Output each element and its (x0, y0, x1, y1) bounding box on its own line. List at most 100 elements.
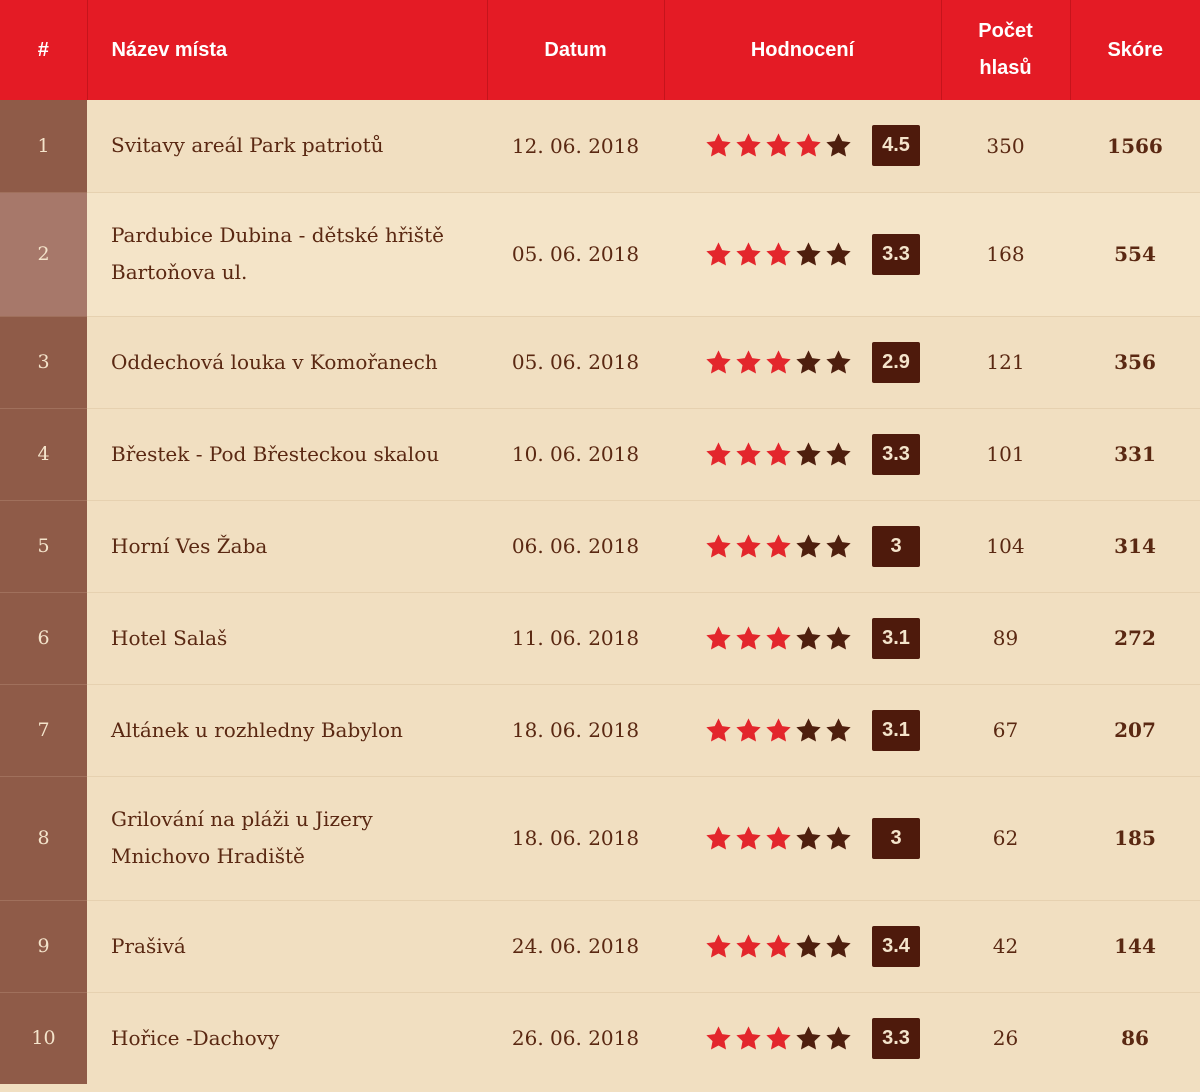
header-score[interactable]: Skóre (1069, 0, 1200, 100)
star-icon (736, 349, 761, 374)
star-icon (766, 533, 791, 558)
stars-rating (705, 625, 852, 652)
table-row[interactable]: 3 Oddechová louka v Komořanech 05. 06. 2… (0, 316, 1200, 409)
place-name[interactable]: Hotel Salaš (87, 592, 487, 685)
star-icon (736, 1026, 761, 1050)
table-row[interactable]: 1 Svitavy areál Park patriotů 12. 06. 20… (0, 100, 1200, 193)
votes-cell: 121 (941, 316, 1070, 409)
star-icon (706, 1026, 731, 1050)
score-cell: 207 (1070, 684, 1200, 777)
place-name[interactable]: Altánek u rozhledny Babylon (87, 684, 487, 777)
table-row[interactable]: 10 Hořice -Dachovy 26. 06. 2018 3.3 26 8… (0, 992, 1200, 1084)
star-icon (826, 825, 851, 850)
star-icon (766, 1026, 791, 1050)
place-name[interactable]: Pardubice Dubina - dětské hřiště Bartoňo… (87, 192, 487, 317)
score-cell: 272 (1070, 592, 1200, 685)
score-cell: 356 (1070, 316, 1200, 409)
table-row[interactable]: 9 Prašivá 24. 06. 2018 3.4 42 144 (0, 900, 1200, 993)
table-body: 1 Svitavy areál Park patriotů 12. 06. 20… (0, 100, 1200, 1084)
stars-rating (705, 825, 852, 852)
star-icon (706, 133, 731, 157)
rating-badge: 3.1 (872, 617, 920, 659)
score-cell: 1566 (1070, 100, 1200, 193)
table-row[interactable]: 6 Hotel Salaš 11. 06. 2018 3.1 89 272 (0, 592, 1200, 685)
star-icon (706, 717, 731, 742)
place-name[interactable]: Břestek - Pod Břesteckou skalou (87, 408, 487, 501)
header-votes-line1: Počet (978, 20, 1033, 42)
rating-cell: 3.3 (664, 408, 941, 501)
rating-cell: 2.9 (664, 316, 941, 409)
header-votes[interactable]: Počet hlasů (940, 0, 1070, 100)
star-icon (826, 625, 851, 650)
table-header: # Název místa Datum Hodnocení Počet hlas… (0, 0, 1200, 100)
date-cell: 05. 06. 2018 (487, 316, 664, 409)
star-icon (706, 241, 731, 266)
star-icon (706, 825, 731, 850)
star-icon (736, 625, 761, 650)
star-icon (826, 349, 851, 374)
rank-cell: 1 (0, 100, 87, 193)
place-name[interactable]: Hořice -Dachovy (87, 992, 487, 1084)
rating-cell: 3.3 (664, 992, 941, 1084)
rating-badge: 3 (872, 525, 920, 567)
rating-badge: 3.4 (872, 925, 920, 967)
rating-table: # Název místa Datum Hodnocení Počet hlas… (0, 0, 1200, 1084)
date-cell: 10. 06. 2018 (487, 408, 664, 501)
header-date[interactable]: Datum (486, 0, 664, 100)
date-cell: 05. 06. 2018 (487, 192, 664, 317)
votes-cell: 104 (941, 500, 1070, 593)
star-icon (796, 1026, 821, 1050)
star-icon (826, 933, 851, 958)
stars-rating (705, 132, 852, 159)
score-cell: 86 (1121, 1026, 1149, 1051)
star-icon (796, 625, 821, 650)
table-row[interactable]: 2 Pardubice Dubina - dětské hřiště Barto… (0, 192, 1200, 317)
star-icon (796, 933, 821, 958)
stars-rating (705, 533, 852, 560)
stars-rating (705, 1025, 852, 1052)
table-row[interactable]: 8 Grilování na pláži u Jizery Mnichovo H… (0, 776, 1200, 901)
header-rating[interactable]: Hodnocení (663, 0, 941, 100)
star-icon (766, 933, 791, 958)
table-row[interactable]: 5 Horní Ves Žaba 06. 06. 2018 3 104 314 (0, 500, 1200, 593)
rating-cell: 3.1 (664, 592, 941, 685)
rating-cell: 3.1 (664, 684, 941, 777)
rank-cell: 5 (0, 500, 87, 593)
score-cell: 144 (1070, 900, 1200, 993)
star-icon (736, 133, 761, 157)
score-cell: 185 (1070, 776, 1200, 901)
star-icon (796, 241, 821, 266)
table-row[interactable]: 4 Břestek - Pod Břesteckou skalou 10. 06… (0, 408, 1200, 501)
votes-cell: 42 (941, 900, 1070, 993)
place-name[interactable]: Horní Ves Žaba (87, 500, 487, 593)
rating-badge: 2.9 (872, 341, 920, 383)
date-cell: 06. 06. 2018 (487, 500, 664, 593)
rank-cell: 4 (0, 408, 87, 501)
header-name[interactable]: Název místa (86, 0, 487, 100)
place-name[interactable]: Grilování na pláži u Jizery Mnichovo Hra… (87, 776, 487, 901)
votes-cell: 89 (941, 592, 1070, 685)
star-icon (766, 133, 791, 157)
star-icon (736, 533, 761, 558)
star-icon (706, 349, 731, 374)
rank-cell: 2 (0, 192, 87, 317)
header-rank[interactable]: # (0, 0, 87, 100)
star-icon (826, 533, 851, 558)
date-cell: 26. 06. 2018 (511, 1026, 640, 1051)
stars-rating (705, 441, 852, 468)
rank-cell: 9 (0, 900, 87, 993)
score-cell: 554 (1070, 192, 1200, 317)
rating-cell: 3.3 (664, 192, 941, 317)
score-cell: 314 (1070, 500, 1200, 593)
date-cell: 18. 06. 2018 (487, 776, 664, 901)
star-icon (736, 441, 761, 466)
place-name[interactable]: Svitavy areál Park patriotů (87, 100, 487, 193)
place-name[interactable]: Prašivá (87, 900, 487, 993)
star-icon (766, 349, 791, 374)
place-name[interactable]: Oddechová louka v Komořanech (87, 316, 487, 409)
star-icon (796, 441, 821, 466)
star-icon (796, 825, 821, 850)
table-row[interactable]: 7 Altánek u rozhledny Babylon 18. 06. 20… (0, 684, 1200, 777)
star-icon (826, 441, 851, 466)
date-cell: 18. 06. 2018 (487, 684, 664, 777)
